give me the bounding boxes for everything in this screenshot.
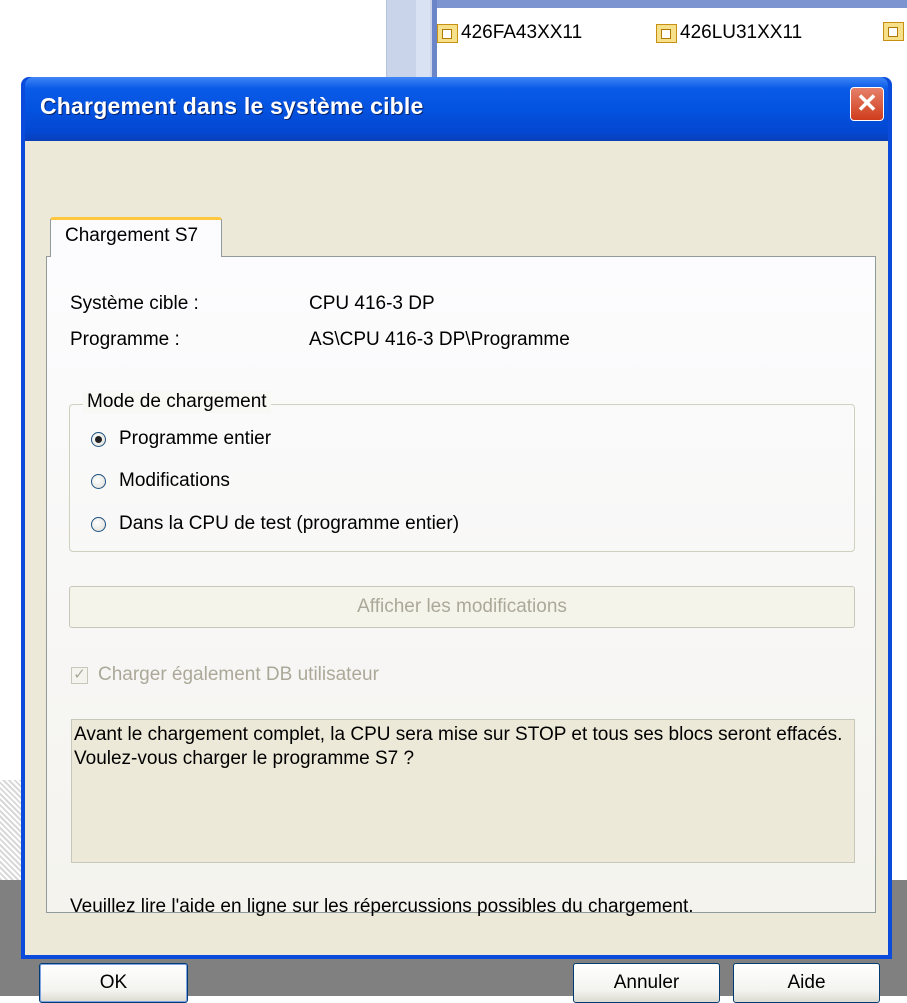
program-value: AS\CPU 416-3 DP\Programme: [309, 329, 570, 350]
ok-button[interactable]: OK: [39, 963, 188, 1003]
program-label: Programme :: [70, 329, 180, 350]
radio-test-cpu[interactable]: Dans la CPU de test (programme entier): [91, 513, 459, 535]
function-block-icon: [656, 23, 677, 43]
background-block-item[interactable]: 426FA43XX11: [437, 22, 582, 44]
cancel-button[interactable]: Annuler: [573, 963, 720, 1003]
radio-selected-icon: [91, 431, 106, 447]
tab-chargement-s7[interactable]: Chargement S7: [50, 217, 222, 257]
background-block-item[interactable]: [883, 22, 907, 41]
background-panel-header: [437, 0, 907, 8]
close-icon: ✕: [856, 88, 878, 118]
checkmark-icon: ✓: [71, 666, 88, 684]
target-system-label: Système cible :: [70, 293, 199, 314]
tab-label: Chargement S7: [65, 225, 199, 246]
radio-label: Programme entier: [119, 428, 272, 449]
background-block-item[interactable]: 426LU31XX11: [656, 22, 802, 44]
help-button[interactable]: Aide: [733, 963, 880, 1003]
show-changes-button[interactable]: Afficher les modifications: [69, 586, 855, 628]
radio-modifications[interactable]: Modifications: [91, 470, 230, 492]
radio-label: Dans la CPU de test (programme entier): [119, 513, 460, 534]
background-block-label: 426LU31XX11: [680, 22, 803, 43]
checkbox-label: Charger également DB utilisateur: [98, 664, 379, 685]
function-block-icon: [883, 22, 904, 41]
target-system-value: CPU 416-3 DP: [309, 293, 435, 314]
help-note: Veuillez lire l'aide en ligne sur les ré…: [70, 896, 694, 917]
load-mode-legend: Mode de chargement: [83, 391, 271, 413]
dialog-title: Chargement dans le système cible: [40, 93, 424, 119]
load-user-db-checkbox[interactable]: ✓ Charger également DB utilisateur: [71, 664, 379, 686]
function-block-icon: [437, 23, 458, 43]
download-dialog: Chargement dans le système cible ✕ Charg…: [21, 77, 892, 1003]
background-block-label: 426FA43XX11: [461, 22, 583, 43]
radio-full-program[interactable]: Programme entier: [91, 428, 271, 450]
radio-unselected-icon: [91, 516, 106, 532]
dialog-client-area: Chargement S7 Système cible : CPU 416-3 …: [25, 141, 888, 1003]
radio-unselected-icon: [91, 473, 106, 489]
dialog-titlebar[interactable]: Chargement dans le système cible ✕: [25, 77, 888, 141]
radio-label: Modifications: [119, 470, 230, 491]
warning-message-box: Avant le chargement complet, la CPU sera…: [71, 719, 855, 863]
background-hatched-area: [0, 780, 22, 880]
close-button[interactable]: ✕: [850, 87, 884, 121]
